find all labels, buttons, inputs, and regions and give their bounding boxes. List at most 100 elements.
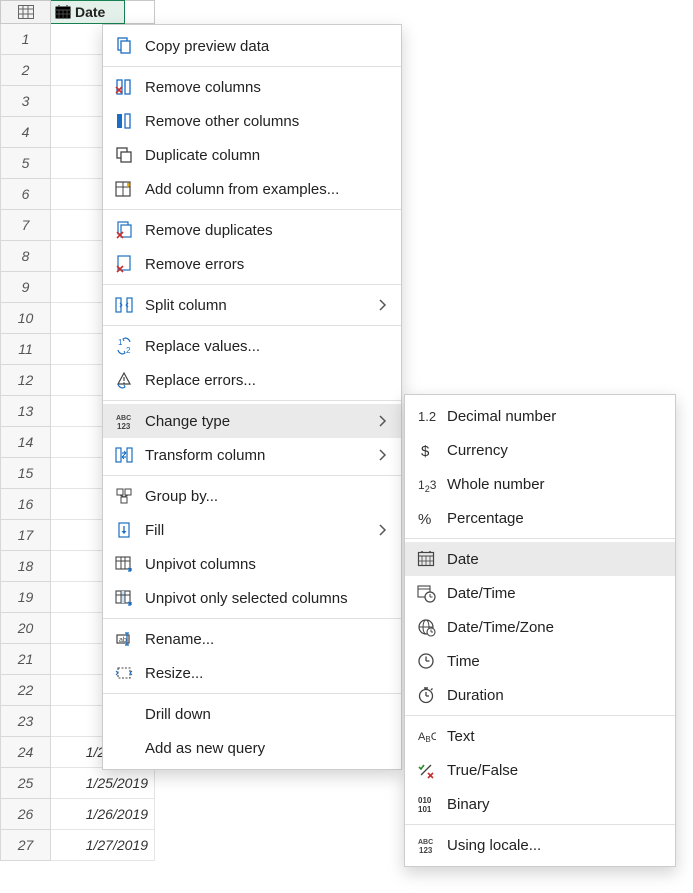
menu-item-label: Unpivot only selected columns <box>145 590 391 607</box>
menu-item-add-as-new-query[interactable]: Add as new query <box>103 731 401 765</box>
column-header-date[interactable]: Date <box>51 0 125 24</box>
row-number-cell[interactable]: 5 <box>0 148 51 179</box>
menu-item-text[interactable]: ABCText <box>405 719 675 753</box>
table-row[interactable]: 261/26/2019 <box>0 799 155 830</box>
datetimezone-icon <box>415 616 437 638</box>
date-cell[interactable]: 1/25/2019 <box>51 768 155 799</box>
table-corner-cell[interactable] <box>0 0 51 24</box>
menu-item-whole-number[interactable]: 123 Whole number <box>405 467 675 501</box>
row-number-cell[interactable]: 12 <box>0 365 51 396</box>
row-number-cell[interactable]: 23 <box>0 706 51 737</box>
decimal-icon: 1.2 <box>415 405 437 427</box>
menu-item-change-type[interactable]: ABC123Change type <box>103 404 401 438</box>
menu-item-date-time[interactable]: Date/Time <box>405 576 675 610</box>
menu-item-resize[interactable]: Resize... <box>103 656 401 690</box>
menu-item-group-by[interactable]: Group by... <box>103 479 401 513</box>
row-number-cell[interactable]: 17 <box>0 520 51 551</box>
svg-text:010: 010 <box>418 796 432 805</box>
percent-icon: % <box>415 507 437 529</box>
copy-icon <box>113 35 135 57</box>
whole-icon: 123 <box>415 473 437 495</box>
menu-item-remove-other-columns[interactable]: Remove other columns <box>103 104 401 138</box>
row-number-cell[interactable]: 15 <box>0 458 51 489</box>
menu-item-transform-column[interactable]: Transform column <box>103 438 401 472</box>
menu-item-currency[interactable]: $Currency <box>405 433 675 467</box>
table-row[interactable]: 271/27/2019 <box>0 830 155 861</box>
menu-item-label: Unpivot columns <box>145 556 391 573</box>
unpivot-icon <box>113 553 135 575</box>
row-number-cell[interactable]: 14 <box>0 427 51 458</box>
row-number-cell[interactable]: 4 <box>0 117 51 148</box>
date-cell[interactable]: 1/26/2019 <box>51 799 155 830</box>
row-number-cell[interactable]: 9 <box>0 272 51 303</box>
menu-item-remove-errors[interactable]: Remove errors <box>103 247 401 281</box>
menu-item-date-time-zone[interactable]: Date/Time/Zone <box>405 610 675 644</box>
svg-text:123: 123 <box>418 478 436 494</box>
menu-item-split-column[interactable]: Split column <box>103 288 401 322</box>
rename-icon: ab <box>113 628 135 650</box>
row-number-cell[interactable]: 27 <box>0 830 51 861</box>
menu-item-true-false[interactable]: True/False <box>405 753 675 787</box>
row-number-cell[interactable]: 2 <box>0 55 51 86</box>
extra-header-cell <box>125 0 155 24</box>
svg-text:101: 101 <box>418 805 432 814</box>
date-cell[interactable]: 1/27/2019 <box>51 830 155 861</box>
menu-item-drill-down[interactable]: Drill down <box>103 697 401 731</box>
row-number-cell[interactable]: 3 <box>0 86 51 117</box>
menu-item-unpivot-only-selected-columns[interactable]: Unpivot only selected columns <box>103 581 401 615</box>
row-number-cell[interactable]: 25 <box>0 768 51 799</box>
remove-other-col-icon <box>113 110 135 132</box>
menu-item-remove-duplicates[interactable]: Remove duplicates <box>103 213 401 247</box>
row-number-cell[interactable]: 16 <box>0 489 51 520</box>
menu-item-decimal-number[interactable]: 1.2 Decimal number <box>405 399 675 433</box>
row-number-cell[interactable]: 8 <box>0 241 51 272</box>
text-icon: ABC <box>415 725 437 747</box>
menu-item-label: Copy preview data <box>145 38 391 55</box>
menu-item-copy-preview-data[interactable]: Copy preview data <box>103 29 401 63</box>
binary-icon: 010101 <box>415 793 437 815</box>
menu-item-binary[interactable]: 010101Binary <box>405 787 675 821</box>
row-number-cell[interactable]: 19 <box>0 582 51 613</box>
menu-separator <box>405 824 675 825</box>
menu-item-rename[interactable]: ab Rename... <box>103 622 401 656</box>
row-number-cell[interactable]: 10 <box>0 303 51 334</box>
svg-text:1: 1 <box>118 338 123 347</box>
row-number-cell[interactable]: 18 <box>0 551 51 582</box>
svg-text:%: % <box>418 511 431 528</box>
menu-item-label: Resize... <box>145 665 391 682</box>
menu-item-remove-columns[interactable]: Remove columns <box>103 70 401 104</box>
menu-item-label: Decimal number <box>447 408 665 425</box>
column-context-menu: Copy preview data Remove columnsRemove ot… <box>102 24 402 770</box>
menu-item-duration[interactable]: Duration <box>405 678 675 712</box>
menu-item-add-column-from-examples[interactable]: Add column from examples... <box>103 172 401 206</box>
table-row[interactable]: 251/25/2019 <box>0 768 155 799</box>
menu-item-replace-errors[interactable]: Replace errors... <box>103 363 401 397</box>
row-number-cell[interactable]: 20 <box>0 613 51 644</box>
svg-text:ABC: ABC <box>418 731 436 744</box>
row-number-cell[interactable]: 13 <box>0 396 51 427</box>
menu-item-fill[interactable]: Fill <box>103 513 401 547</box>
row-number-cell[interactable]: 1 <box>0 24 51 55</box>
remove-err-icon <box>113 253 135 275</box>
menu-item-time[interactable]: Time <box>405 644 675 678</box>
menu-item-label: Using locale... <box>447 837 665 854</box>
menu-item-label: Rename... <box>145 631 391 648</box>
menu-separator <box>103 284 401 285</box>
menu-separator <box>103 400 401 401</box>
menu-item-replace-values[interactable]: 12Replace values... <box>103 329 401 363</box>
svg-text:2: 2 <box>126 346 131 355</box>
row-number-cell[interactable]: 26 <box>0 799 51 830</box>
row-number-cell[interactable]: 24 <box>0 737 51 768</box>
menu-item-using-locale[interactable]: ABC123Using locale... <box>405 828 675 862</box>
row-number-cell[interactable]: 21 <box>0 644 51 675</box>
row-number-cell[interactable]: 22 <box>0 675 51 706</box>
row-number-cell[interactable]: 7 <box>0 210 51 241</box>
menu-item-unpivot-columns[interactable]: Unpivot columns <box>103 547 401 581</box>
menu-item-date[interactable]: Date <box>405 542 675 576</box>
menu-item-percentage[interactable]: %Percentage <box>405 501 675 535</box>
row-number-cell[interactable]: 11 <box>0 334 51 365</box>
row-number-cell[interactable]: 6 <box>0 179 51 210</box>
menu-item-duplicate-column[interactable]: Duplicate column <box>103 138 401 172</box>
menu-item-label: Whole number <box>447 476 665 493</box>
fill-icon <box>113 519 135 541</box>
